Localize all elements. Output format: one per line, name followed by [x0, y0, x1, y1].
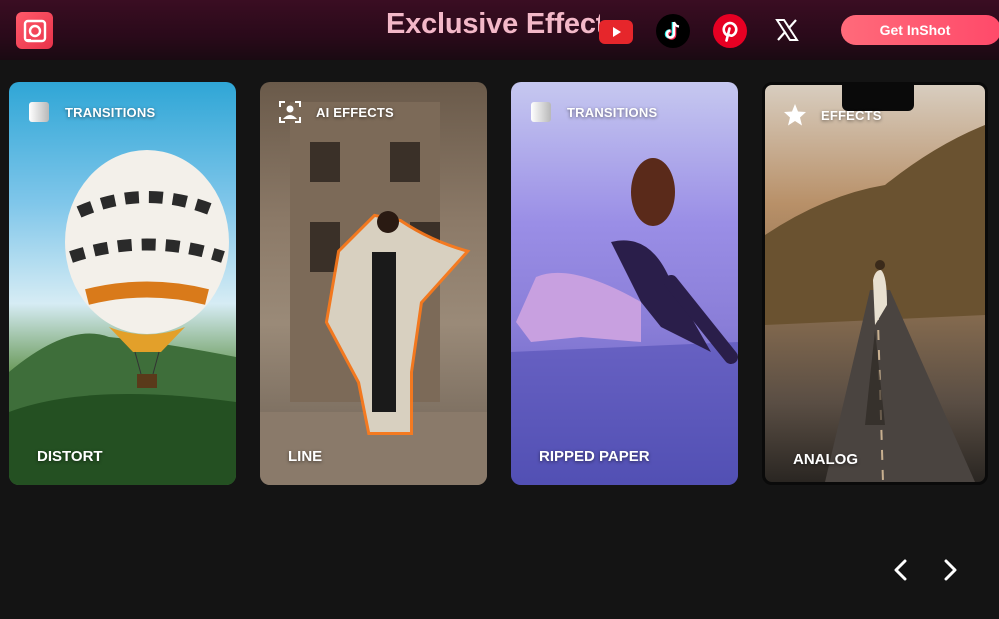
get-inshot-button[interactable]: Get InShot — [841, 15, 999, 45]
card-category: TRANSITIONS — [529, 100, 657, 124]
header-bar: Exclusive Effect Get InShot — [0, 0, 999, 60]
card-category: TRANSITIONS — [27, 100, 155, 124]
tiktok-icon[interactable] — [656, 14, 690, 48]
card-title: ANALOG — [793, 451, 858, 468]
card-category: EFFECTS — [783, 103, 882, 127]
effect-card-line[interactable]: AI EFFECTS LINE — [260, 82, 487, 485]
effect-card-ripped-paper[interactable]: TRANSITIONS RIPPED PAPER — [511, 82, 738, 485]
card-title: RIPPED PAPER — [539, 448, 650, 465]
road-image — [765, 125, 985, 482]
balloon-image — [9, 150, 236, 485]
star-icon — [783, 103, 807, 127]
gradient-square-icon — [27, 100, 51, 124]
card-category-label: EFFECTS — [821, 107, 882, 123]
x-icon[interactable] — [771, 14, 803, 46]
card-category-label: TRANSITIONS — [65, 104, 156, 120]
inshot-logo-icon[interactable] — [16, 12, 53, 49]
effect-card-distort[interactable]: TRANSITIONS DISTORT — [9, 82, 236, 485]
woman-image — [511, 158, 738, 485]
card-category-label: AI EFFECTS — [316, 104, 394, 120]
youtube-icon[interactable] — [599, 20, 633, 44]
card-title: LINE — [288, 448, 323, 465]
prev-arrow-icon[interactable] — [886, 555, 916, 585]
page-title: Exclusive Effect — [386, 8, 600, 40]
glowing-man-image — [260, 102, 487, 485]
gradient-square-icon — [529, 100, 553, 124]
person-frame-icon — [278, 100, 302, 124]
next-arrow-icon[interactable] — [935, 555, 965, 585]
pinterest-icon[interactable] — [713, 14, 747, 48]
card-category-label: TRANSITIONS — [567, 104, 658, 120]
effect-card-analog[interactable]: EFFECTS ANALOG — [762, 82, 988, 485]
card-title: DISTORT — [37, 448, 103, 465]
card-category: AI EFFECTS — [278, 100, 394, 124]
